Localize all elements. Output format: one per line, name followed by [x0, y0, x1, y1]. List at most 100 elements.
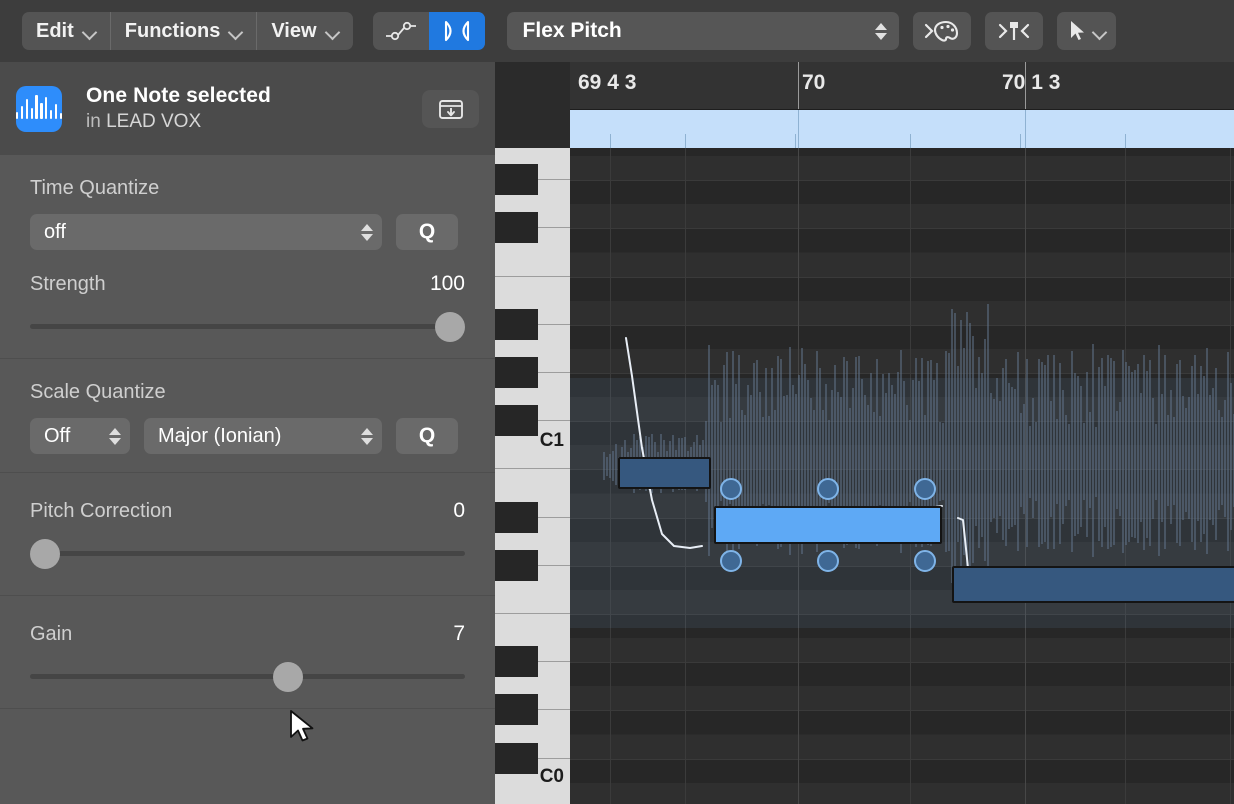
flex-bowtie-icon: [442, 19, 472, 43]
waveform-bar: [1020, 413, 1022, 468]
note-handle-bottom-2[interactable]: [817, 550, 839, 572]
pitch-correction-slider-thumb[interactable]: [30, 539, 60, 569]
menu-view[interactable]: View: [257, 12, 352, 50]
waveform-bar: [1044, 365, 1046, 468]
waveform-bar: [753, 363, 755, 468]
piano-black-key[interactable]: [495, 405, 538, 436]
waveform-bar: [1221, 468, 1223, 505]
note-handle-top-2[interactable]: [817, 478, 839, 500]
scale-quantize-scale-select[interactable]: Major (Ionian): [144, 418, 382, 454]
detach-window-button[interactable]: [422, 90, 479, 128]
waveform-bar: [1029, 426, 1031, 468]
piano-black-key[interactable]: [495, 357, 538, 388]
waveform-bar: [1089, 412, 1091, 468]
pitch-lane: [570, 180, 1234, 204]
menu-functions[interactable]: Functions: [111, 12, 258, 50]
strength-value: 100: [430, 272, 465, 296]
waveform-bar: [1209, 468, 1211, 520]
strength-slider-thumb[interactable]: [435, 312, 465, 342]
strength-slider[interactable]: [30, 312, 465, 340]
pitch-correction-slider[interactable]: [30, 539, 465, 567]
waveform-bar: [963, 348, 965, 468]
waveform-bar: [1173, 468, 1175, 505]
note-unselected-left[interactable]: [618, 457, 711, 489]
snap-alignment-button[interactable]: [985, 12, 1043, 50]
waveform-bar: [1218, 468, 1220, 510]
waveform-bar: [738, 355, 740, 468]
piano-black-key[interactable]: [495, 309, 538, 340]
stepper-arrows-icon[interactable]: [361, 428, 373, 445]
stepper-arrows-icon[interactable]: [109, 428, 121, 445]
gain-slider[interactable]: [30, 662, 465, 690]
gain-value: 7: [453, 622, 465, 646]
piano-black-key[interactable]: [495, 694, 538, 725]
piano-keyboard[interactable]: C1C0: [495, 148, 570, 804]
gain-slider-thumb[interactable]: [273, 662, 303, 692]
waveform-bar: [1116, 411, 1118, 468]
piano-black-key[interactable]: [495, 164, 538, 195]
timeline-ruler[interactable]: 69 4 37070 1 3: [570, 62, 1234, 110]
waveform-bar: [732, 351, 734, 468]
waveform-bar: [1011, 387, 1013, 468]
waveform-bar: [1095, 468, 1097, 497]
menu-edit[interactable]: Edit: [22, 12, 111, 50]
waveform-bar: [1194, 468, 1196, 550]
pitch-lane: [570, 228, 1234, 252]
automation-toggle-button[interactable]: [373, 12, 429, 50]
waveform-bar: [768, 416, 770, 468]
piano-black-key[interactable]: [495, 212, 538, 243]
waveform-bar: [999, 468, 1001, 516]
waveform-bar: [798, 375, 800, 468]
flex-mode-select[interactable]: Flex Pitch: [507, 12, 899, 50]
stepper-arrows-icon[interactable]: [361, 224, 373, 241]
flex-toggle-button[interactable]: [429, 12, 485, 50]
piano-black-key[interactable]: [495, 646, 538, 677]
waveform-bar: [900, 350, 902, 468]
note-selected[interactable]: [714, 506, 942, 544]
note-handle-bottom-1[interactable]: [720, 550, 742, 572]
pitch-grid[interactable]: [570, 148, 1234, 804]
cycle-area-bar[interactable]: [570, 110, 1234, 148]
scale-quantize-root-select[interactable]: Off: [30, 418, 130, 454]
waveform-bar: [774, 468, 776, 510]
waveform-bar: [1008, 468, 1010, 529]
waveform-bar: [1200, 366, 1202, 468]
waveform-bar: [1143, 355, 1145, 468]
waveform-bar: [1125, 362, 1127, 468]
lane-divider: [570, 759, 1234, 760]
time-quantize-label: Time Quantize: [30, 177, 465, 200]
waveform-bar: [999, 401, 1001, 468]
catch-playhead-button[interactable]: [913, 12, 971, 50]
waveform-bar: [744, 468, 746, 506]
waveform-bar: [1047, 355, 1049, 468]
piano-black-key[interactable]: [495, 743, 538, 774]
note-handle-top-3[interactable]: [914, 478, 936, 500]
waveform-bar: [783, 396, 785, 468]
waveform-bar: [1191, 366, 1193, 468]
waveform-bar: [708, 345, 710, 468]
waveform-bar: [879, 416, 881, 468]
time-quantize-select[interactable]: off: [30, 214, 382, 250]
waveform-bar: [1185, 468, 1187, 512]
note-unselected-right[interactable]: [952, 566, 1234, 603]
scale-quantize-root-value: Off: [44, 425, 70, 448]
stepper-arrows-icon[interactable]: [875, 23, 887, 40]
section-pitch-correction: Pitch Correction 0: [0, 473, 495, 596]
note-handle-bottom-3[interactable]: [914, 550, 936, 572]
waveform-bar: [1035, 468, 1037, 501]
waveform-bar: [786, 395, 788, 468]
scale-quantize-q-button[interactable]: Q: [396, 418, 458, 454]
note-handle-top-1[interactable]: [720, 478, 742, 500]
pointer-tool-button[interactable]: [1057, 12, 1116, 50]
piano-black-key[interactable]: [495, 502, 538, 533]
piano-black-key[interactable]: [495, 550, 538, 581]
waveform-bar: [945, 351, 947, 468]
pointer-arrow-icon: [1067, 19, 1087, 43]
waveform-bar: [1023, 468, 1025, 514]
waveform-bar: [1044, 468, 1046, 542]
waveform-bar: [984, 468, 986, 561]
time-quantize-q-button[interactable]: Q: [396, 214, 458, 250]
waveform-bar: [939, 422, 941, 468]
waveform-bar: [987, 304, 989, 468]
waveform-bar: [603, 468, 605, 480]
